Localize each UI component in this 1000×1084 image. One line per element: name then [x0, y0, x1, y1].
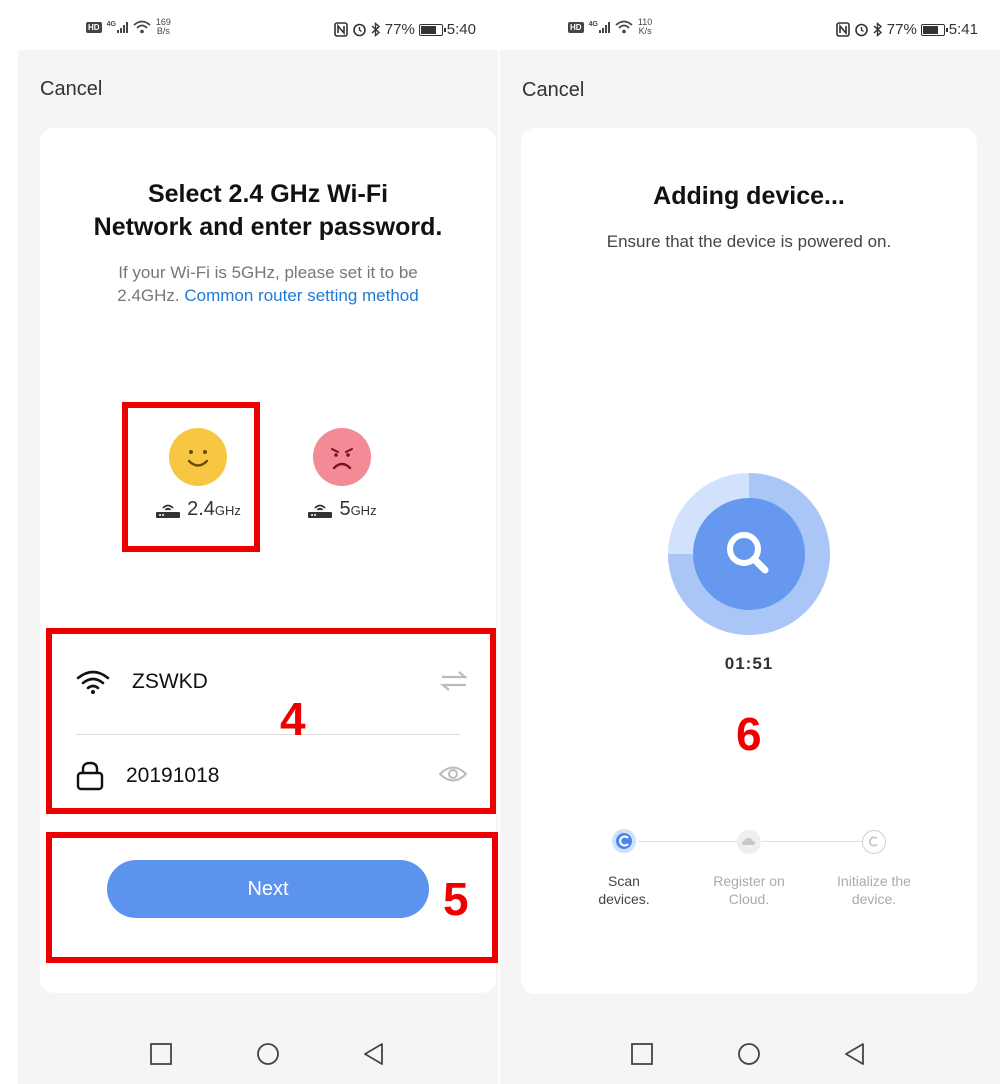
scan-inner-circle [693, 498, 805, 610]
router-setting-link[interactable]: Common router setting method [184, 286, 418, 305]
wifi-setup-card: Select 2.4 GHz Wi-Fi Network and enter p… [40, 128, 496, 993]
status-left: HD 4G 110 K/s [568, 18, 652, 36]
cancel-button[interactable]: Cancel [522, 79, 584, 102]
page-subtitle: Ensure that the device is powered on. [606, 232, 892, 251]
adding-device-card: Adding device... Ensure that the device … [521, 128, 977, 994]
alarm-icon [352, 23, 366, 37]
freq-label-24: 2.4GHz [143, 498, 253, 521]
clock: 5:41 [948, 21, 978, 38]
subtitle-prefix: 2.4GHz. [117, 286, 185, 305]
battery-percent: 77% [886, 21, 917, 38]
wifi-icon [133, 20, 151, 34]
step-number-5: 5 [443, 873, 469, 925]
wifi-ssid-row[interactable]: ZSWKD [76, 662, 468, 702]
sad-face-icon [313, 428, 371, 486]
step-label-line: Cloud. [728, 891, 770, 907]
step-dot-register [737, 830, 761, 854]
status-right: 77% 5:40 [333, 21, 476, 38]
freq-unit-24: GHz [214, 503, 241, 518]
title-line-2: Network and enter password. [93, 213, 443, 241]
wifi-ssid-value: ZSWKD [132, 670, 208, 693]
step-label-line: device. [851, 891, 897, 907]
countdown-timer: 01:51 [724, 654, 774, 673]
page-title: Select 2.4 GHz Wi-Fi Network and enter p… [40, 178, 496, 244]
battery-percent: 77% [384, 21, 415, 38]
next-button[interactable]: Next [107, 860, 429, 918]
step-label-line: Register on [713, 873, 785, 889]
nav-bar [500, 1026, 1000, 1084]
net-type: 4G [588, 21, 598, 28]
page-title: Adding device... [653, 182, 845, 210]
freq-unit-5: GHz [350, 503, 377, 518]
title-line-1: Select 2.4 GHz Wi-Fi [147, 180, 389, 208]
wifi-password-row[interactable]: 20191018 [76, 756, 468, 796]
bluetooth-icon [873, 22, 882, 37]
status-bar: HD 4G 169 B/s 77% 5:40 [18, 0, 498, 50]
network-speed: 110 K/s [638, 18, 652, 36]
step-dot-scan [612, 829, 636, 853]
cloud-icon [742, 838, 755, 845]
page-subtitle: If your Wi-Fi is 5GHz, please set it to … [40, 261, 496, 307]
back-triangle-icon[interactable] [362, 1042, 386, 1066]
battery-icon [418, 23, 446, 36]
lock-icon [76, 761, 104, 791]
step-label-scan: Scan devices. [569, 872, 679, 908]
left-screen: HD 4G 169 B/s 77% 5:40 Cancel Select 2.4 … [18, 0, 498, 1084]
signal-icon: 4G [107, 21, 128, 33]
nfc-icon [835, 22, 850, 37]
circle-icon[interactable] [256, 1042, 280, 1066]
status-bar: HD 4G 110 K/s 77% 5:41 [500, 0, 1000, 50]
swap-icon[interactable] [440, 670, 468, 692]
step-label-line: devices. [598, 891, 650, 907]
nfc-icon [333, 22, 348, 37]
cancel-button[interactable]: Cancel [40, 78, 102, 101]
field-divider [76, 734, 460, 735]
speed-unit: K/s [638, 26, 652, 36]
step-label-initialize: Initialize the device. [819, 872, 929, 908]
battery-icon [920, 23, 948, 36]
scan-progress-ring [668, 473, 830, 635]
wifi-icon [76, 670, 110, 694]
step-number-4: 4 [280, 693, 306, 745]
network-speed: 169 B/s [156, 18, 171, 36]
subtitle-line-2: 2.4GHz. Common router setting method [40, 284, 496, 307]
step-dot-initialize [862, 830, 886, 854]
progress-line-2 [762, 841, 862, 842]
alarm-icon [854, 23, 868, 37]
step-label-register: Register on Cloud. [694, 872, 804, 908]
progress-line-1 [638, 841, 742, 842]
happy-face-icon [169, 428, 227, 486]
bluetooth-icon [371, 22, 380, 37]
back-triangle-icon[interactable] [843, 1042, 867, 1066]
freq-value-5: 5 [339, 498, 351, 520]
status-right: 77% 5:41 [835, 21, 978, 38]
freq-option-5ghz[interactable]: 5GHz [287, 428, 397, 521]
freq-option-24ghz[interactable]: 2.4GHz [143, 428, 253, 521]
status-left: HD 4G 169 B/s [86, 18, 171, 36]
square-icon[interactable] [630, 1042, 654, 1066]
clock: 5:40 [446, 21, 476, 38]
router-icon [156, 504, 181, 518]
step-label-line: Initialize the [837, 873, 911, 889]
step-number-6: 6 [736, 708, 762, 760]
hd-icon: HD [86, 21, 102, 33]
freq-value-24: 2.4 [187, 498, 215, 520]
speed-unit: B/s [156, 26, 170, 36]
step-label-line: Scan [608, 873, 640, 889]
eye-icon[interactable] [438, 764, 468, 784]
nav-bar [18, 1026, 498, 1084]
signal-icon: 4G [589, 21, 610, 33]
wifi-icon [615, 20, 633, 34]
circle-icon[interactable] [737, 1042, 761, 1066]
subtitle-line-1: If your Wi-Fi is 5GHz, please set it to … [118, 263, 418, 282]
net-type: 4G [106, 21, 116, 28]
right-screen: HD 4G 110 K/s 77% 5:41 Cancel Adding devi… [500, 0, 1000, 1084]
hd-icon: HD [568, 21, 584, 33]
square-icon[interactable] [149, 1042, 173, 1066]
copyright-icon [868, 836, 878, 847]
wifi-password-input[interactable]: 20191018 [126, 764, 219, 788]
freq-label-5: 5GHz [287, 498, 397, 521]
router-icon [308, 504, 333, 518]
